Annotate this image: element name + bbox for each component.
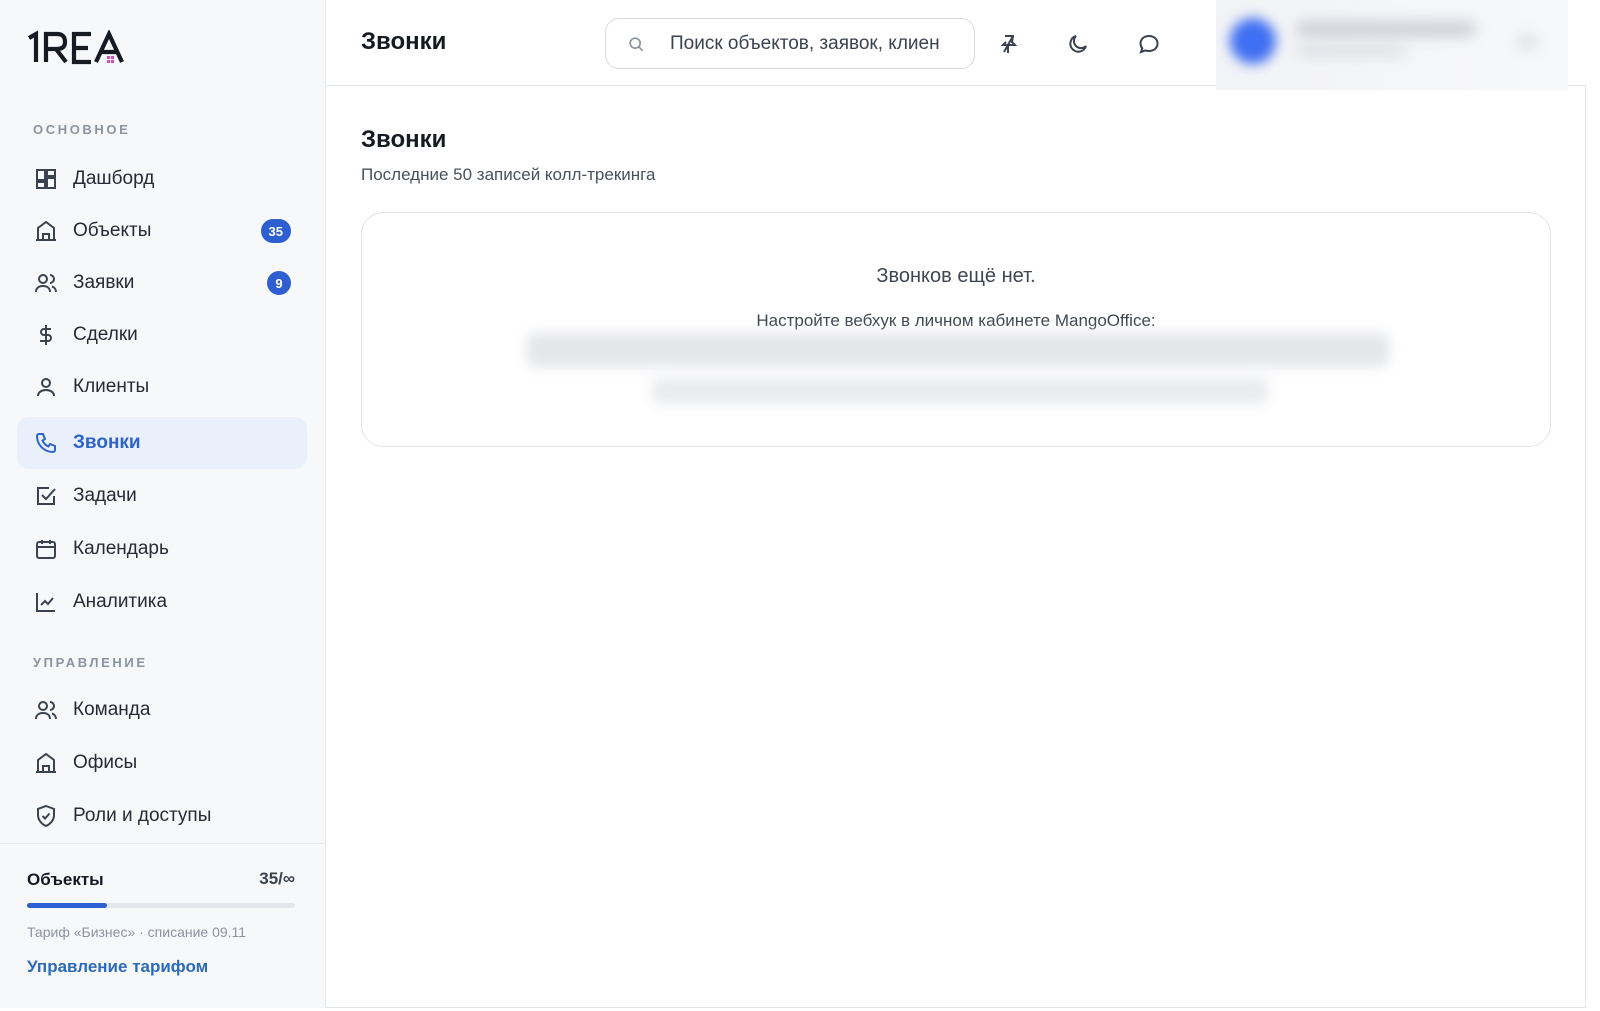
sidebar-item-label: Аналитика (73, 591, 168, 612)
empty-state-card: Звонков ещё нет. Настройте вебхук в личн… (361, 212, 1551, 447)
sidebar-item-label: Команда (73, 699, 151, 720)
page-title: Звонки (361, 126, 447, 153)
menu-chevron-redacted (1516, 34, 1538, 50)
sidebar-item-label: Дашборд (73, 168, 155, 189)
sidebar-item-analytics[interactable]: Аналитика (17, 576, 307, 628)
quota-value: 35/∞ (259, 869, 295, 888)
sidebar-item-team[interactable]: Команда (17, 684, 307, 736)
chat-button[interactable] (1132, 27, 1166, 61)
sidebar-item-requests[interactable]: Заявки 9 (17, 257, 307, 309)
quota-progress-bar (27, 903, 295, 908)
count-badge: 35 (260, 219, 291, 243)
sidebar-item-clients[interactable]: Клиенты (17, 361, 307, 413)
sidebar-item-dashboard[interactable]: Дашборд (17, 153, 307, 205)
sidebar-item-label: Заявки (73, 272, 135, 293)
quota-label: Объекты (27, 870, 104, 889)
checkbox-icon (33, 483, 59, 509)
sidebar-item-label: Сделки (73, 324, 138, 345)
search-box[interactable] (605, 18, 975, 69)
calendar-icon (33, 536, 59, 562)
empty-state-title: Звонков ещё нет. (876, 265, 1036, 287)
moon-icon (1069, 35, 1087, 53)
sidebar-item-objects[interactable]: Объекты 35 (17, 205, 307, 257)
sidebar-item-tasks[interactable]: Задачи (17, 470, 307, 522)
dollar-icon (33, 322, 59, 348)
search-input[interactable] (670, 32, 940, 55)
sidebar-item-calls[interactable]: Звонки (17, 417, 307, 469)
avatar (1230, 18, 1276, 64)
team-icon (33, 697, 59, 723)
plan-panel: Объекты 35/∞ Тариф «Бизнес» · списание 0… (0, 843, 325, 1008)
sidebar-item-label: Звонки (73, 432, 141, 453)
header-title: Звонки (361, 28, 447, 55)
empty-state-hint: Настройте вебхук в личном кабинете Mango… (756, 311, 1156, 330)
quota-progress-fill (27, 903, 108, 908)
page-subtitle: Последние 50 записей колл-трекинга (361, 165, 656, 184)
sidebar-item-roles[interactable]: Роли и доступы (17, 790, 307, 842)
webhook-note-redacted (652, 378, 1268, 404)
webhook-url-redacted (527, 333, 1389, 367)
user-profile-menu[interactable] (1216, 0, 1568, 90)
sidebar-item-label: Роли и доступы (73, 805, 212, 826)
dashboard-icon (33, 166, 59, 192)
office-icon (33, 750, 59, 776)
sidebar-item-label: Офисы (73, 752, 138, 773)
chat-bubble-icon (1139, 34, 1159, 54)
users-icon (33, 270, 59, 296)
top-bar: Звонки (326, 0, 1586, 90)
app-logo[interactable] (27, 30, 149, 66)
section-title-main: ОСНОВНОЕ (33, 122, 131, 137)
sidebar: ОСНОВНОЕ Дашборд Объекты 35 Заявки 9 Сде… (0, 0, 326, 1008)
manage-plan-link[interactable]: Управление тарифом (27, 957, 208, 977)
sidebar-item-calendar[interactable]: Календарь (17, 523, 307, 575)
building-icon (33, 218, 59, 244)
pin-off-icon (1000, 35, 1018, 53)
sidebar-item-offices[interactable]: Офисы (17, 737, 307, 789)
sidebar-item-deals[interactable]: Сделки (17, 309, 307, 361)
count-badge: 9 (267, 271, 291, 295)
section-title-admin: УПРАВЛЕНИЕ (33, 655, 148, 670)
sidebar-item-label: Календарь (73, 538, 169, 559)
phone-icon (33, 430, 59, 456)
user-name-redacted (1296, 22, 1476, 36)
chart-icon (33, 589, 59, 615)
shield-icon (33, 803, 59, 829)
user-role-redacted (1296, 46, 1406, 56)
sidebar-item-label: Клиенты (73, 376, 150, 397)
search-icon (629, 36, 644, 51)
pin-off-button[interactable] (991, 27, 1025, 61)
sidebar-item-label: Задачи (73, 485, 137, 506)
theme-toggle-button[interactable] (1061, 27, 1095, 61)
plan-text: Тариф «Бизнес» · списание 09.11 (27, 924, 247, 940)
sidebar-item-label: Объекты (73, 220, 152, 241)
user-icon (33, 374, 59, 400)
